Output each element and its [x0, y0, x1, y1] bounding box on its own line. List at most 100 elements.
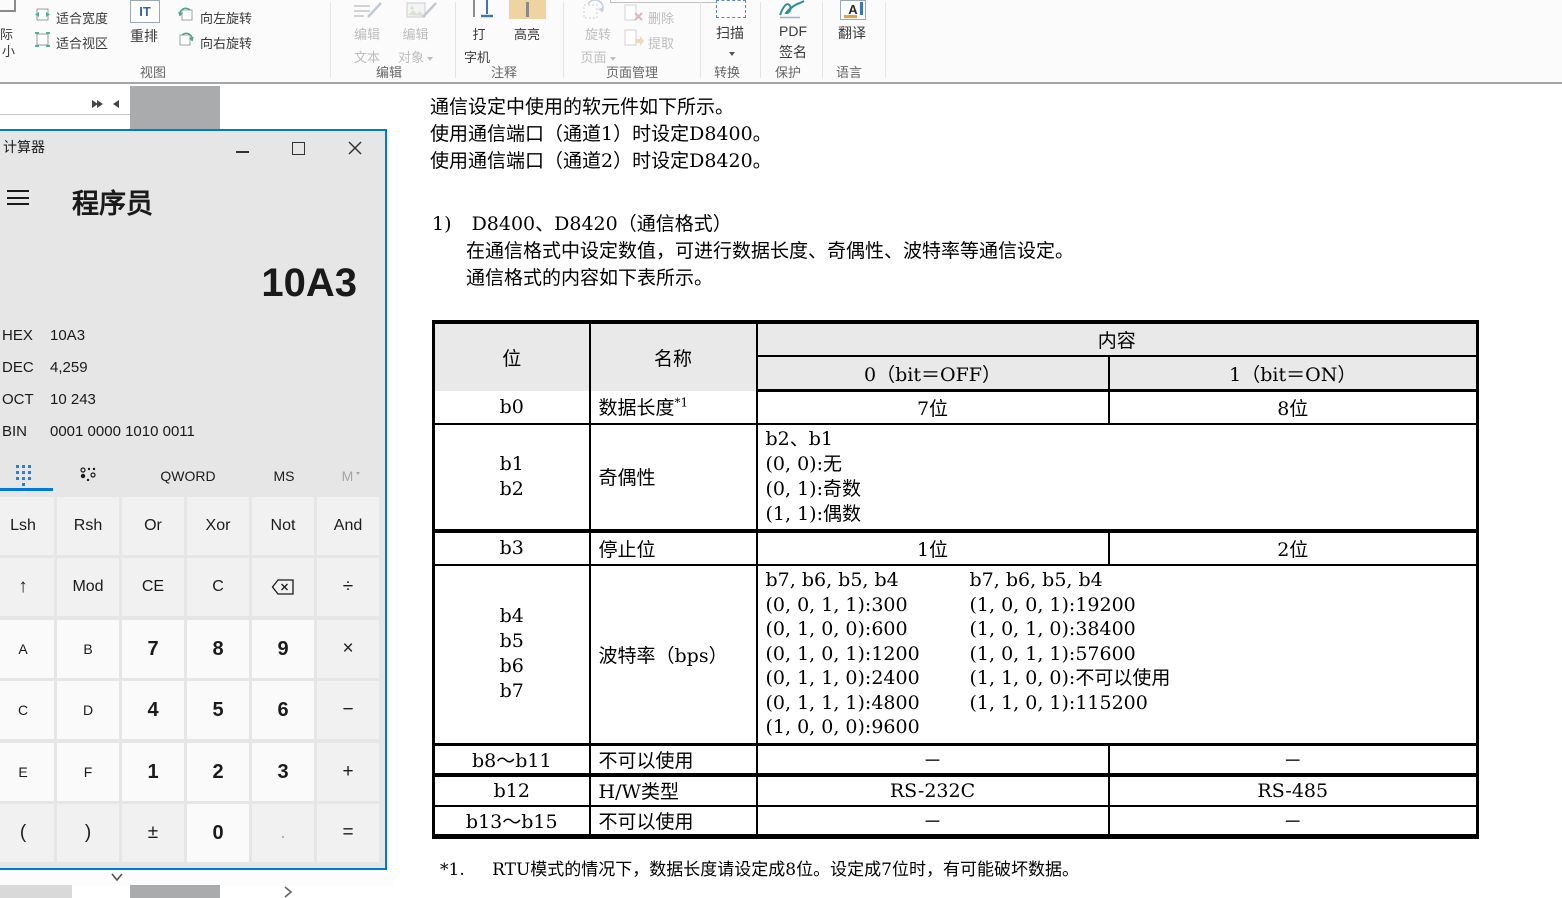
pdf-sign-icon: [778, 0, 808, 19]
actual-size-icon: [0, 0, 16, 12]
key-3[interactable]: 3: [252, 743, 314, 801]
panel-collapse-icon[interactable]: [113, 95, 119, 113]
key-plus-minus[interactable]: ±: [122, 804, 184, 862]
key-close-paren[interactable]: ): [57, 804, 119, 862]
highlight-button[interactable]: 高亮: [514, 24, 540, 43]
key-rsh[interactable]: Rsh: [57, 497, 119, 555]
key-or[interactable]: Or: [122, 497, 184, 555]
key-b[interactable]: B: [57, 620, 119, 678]
key-0[interactable]: 0: [187, 804, 249, 862]
key-4[interactable]: 4: [122, 681, 184, 739]
fit-visible-button[interactable]: 适合视区: [56, 33, 108, 52]
chevron-right-icon[interactable]: [283, 886, 293, 898]
key-xor[interactable]: Xor: [187, 497, 249, 555]
key-shift-up[interactable]: ↑: [0, 558, 54, 616]
key-a[interactable]: A: [0, 620, 54, 678]
key-ce[interactable]: CE: [122, 558, 184, 616]
key-backspace[interactable]: [252, 558, 314, 616]
group-separator: [760, 2, 761, 78]
hamburger-menu-icon[interactable]: [7, 190, 29, 205]
scan-icon: [716, 0, 746, 18]
actual-size-label-2[interactable]: 小: [2, 41, 15, 60]
cell-bit: b13～b15: [434, 806, 590, 837]
cell-on: 8位: [1109, 391, 1478, 424]
key-8[interactable]: 8: [187, 620, 249, 678]
rotate-left-button[interactable]: 向左旋转: [200, 8, 252, 27]
key-c-hex[interactable]: C: [0, 681, 54, 739]
key-1[interactable]: 1: [122, 743, 184, 801]
cell-name: 奇偶性: [590, 424, 757, 531]
pdf-sign-button[interactable]: PDF签名: [777, 23, 809, 62]
rotate-pages-icon: [578, 0, 608, 19]
maximize-button[interactable]: [292, 142, 305, 155]
typewriter-button[interactable]: 打字机: [466, 24, 492, 66]
key-c[interactable]: C: [187, 558, 249, 616]
list-title: D8400、D8420（通信格式）: [472, 213, 732, 235]
radix-row-oct[interactable]: OCT10 243: [2, 391, 96, 409]
table-row: b4 b5 b6 b7 波特率（bps） b7, b6, b5, b4 (0, …: [434, 565, 1478, 745]
key-multiply[interactable]: ×: [317, 620, 379, 678]
group-separator: [885, 2, 886, 78]
key-6[interactable]: 6: [252, 681, 314, 739]
chevron-down-icon[interactable]: [110, 872, 124, 882]
key-f[interactable]: F: [57, 743, 119, 801]
table-row: b3 停止位 1位 2位: [434, 531, 1478, 565]
rotate-right-button[interactable]: 向右旋转: [200, 33, 252, 52]
word-size-button[interactable]: QWORD: [155, 468, 221, 484]
edit-object-button: 编辑 对象: [398, 24, 433, 66]
group-separator: [563, 2, 564, 78]
table-row: b12 H/W类型 RS-232C RS-485: [434, 775, 1478, 806]
radix-row-bin[interactable]: BIN0001 0000 1010 0011: [2, 423, 195, 441]
key-equals[interactable]: =: [317, 804, 379, 862]
fit-width-button[interactable]: 适合宽度: [56, 8, 108, 27]
radix-row-dec[interactable]: DEC4,259: [2, 359, 88, 377]
key-not[interactable]: Not: [252, 497, 314, 555]
full-keypad-icon[interactable]: [15, 464, 33, 486]
scan-button[interactable]: 扫描: [716, 23, 744, 43]
key-decimal: .: [252, 804, 314, 862]
group-separator: [822, 2, 823, 78]
key-and[interactable]: And: [317, 497, 379, 555]
key-minus[interactable]: −: [317, 681, 379, 739]
memory-store-button[interactable]: MS: [264, 468, 304, 484]
key-7[interactable]: 7: [122, 620, 184, 678]
key-plus[interactable]: +: [317, 743, 379, 801]
key-lsh[interactable]: Lsh: [0, 497, 54, 555]
extract-page-icon: [622, 29, 644, 47]
key-divide[interactable]: ÷: [317, 558, 379, 616]
th-bit-on: 1（bit＝ON）: [1109, 356, 1478, 391]
key-5[interactable]: 5: [187, 681, 249, 739]
cell-name: 数据长度*1: [590, 391, 757, 424]
cell-bit: b1 b2: [434, 424, 590, 531]
cell-name: 不可以使用: [590, 806, 757, 837]
panel-expand-icon[interactable]: [92, 95, 103, 113]
scrollbar-fragment[interactable]: [0, 885, 72, 898]
key-e[interactable]: E: [0, 743, 54, 801]
group-label-pages: 页面管理: [606, 62, 658, 81]
footnote-marker: *1.: [440, 860, 465, 880]
typewriter-icon: [466, 0, 496, 19]
translate-button[interactable]: 翻译: [838, 23, 866, 43]
edit-text-icon: [350, 0, 384, 20]
key-open-paren[interactable]: (: [0, 804, 54, 862]
radix-row-hex[interactable]: HEX10A3: [2, 327, 85, 345]
key-mod[interactable]: Mod: [57, 558, 119, 616]
cell-name: H/W类型: [590, 775, 757, 806]
list-marker: 1): [432, 213, 452, 235]
close-button[interactable]: [348, 141, 362, 155]
reflow-button[interactable]: 重排: [130, 26, 158, 46]
key-d[interactable]: D: [57, 681, 119, 739]
key-9[interactable]: 9: [252, 620, 314, 678]
group-separator: [700, 2, 701, 78]
th-bit-off: 0（bit＝OFF）: [757, 356, 1109, 391]
cell-name: 停止位: [590, 531, 757, 565]
highlight-icon: [509, 0, 546, 19]
ribbon-toolbar: 际 小 适合宽度 适合视区 IT 重排 向左旋转 向右旋转 视图: [0, 0, 1562, 84]
bottom-strip: [0, 869, 393, 885]
th-name: 名称: [590, 322, 757, 391]
table-row: b13～b15 不可以使用 － －: [434, 806, 1478, 837]
key-2[interactable]: 2: [187, 743, 249, 801]
bit-toggle-keypad-icon[interactable]: [79, 466, 97, 484]
minimize-button[interactable]: [236, 151, 249, 153]
calc-display: 10A3: [140, 261, 357, 306]
